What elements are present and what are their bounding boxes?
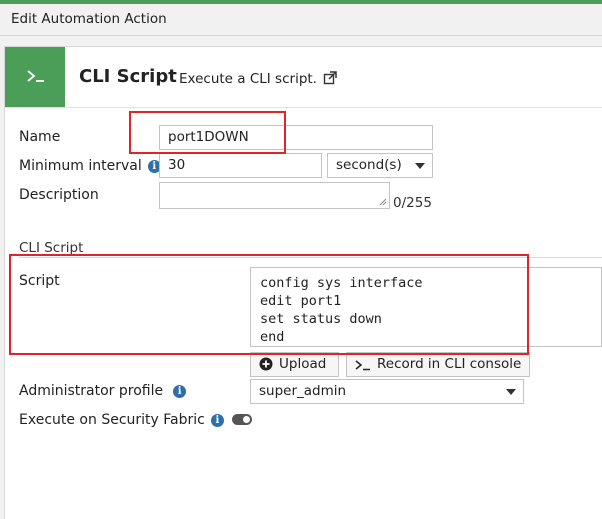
security-fabric-toggle[interactable]	[231, 414, 252, 425]
chevron-down-icon	[506, 389, 516, 395]
interval-unit-select[interactable]: second(s)	[327, 153, 433, 178]
record-cli-console-label: Record in CLI console	[377, 356, 522, 372]
window-title: Edit Automation Action	[11, 11, 167, 27]
terminal-icon	[355, 360, 370, 371]
info-icon[interactable]: i	[210, 414, 224, 427]
admin-profile-value: super_admin	[259, 383, 347, 399]
resize-handle-icon[interactable]	[379, 198, 387, 206]
min-interval-input[interactable]: 30	[159, 153, 322, 178]
script-textarea[interactable]: config sys interface edit port1 set stat…	[250, 267, 602, 347]
upload-button-label: Upload	[279, 356, 327, 372]
security-fabric-row: Execute on Security Fabric i	[19, 412, 252, 428]
name-label: Name	[19, 129, 61, 145]
script-label: Script	[19, 273, 60, 289]
admin-profile-select[interactable]: super_admin	[250, 379, 524, 404]
terminal-icon	[5, 47, 65, 107]
upload-button[interactable]: Upload	[250, 352, 339, 377]
info-icon[interactable]: i	[173, 385, 187, 398]
header-divider	[5, 107, 602, 108]
description-label: Description	[19, 187, 99, 203]
description-textarea[interactable]	[159, 182, 390, 209]
description-char-counter: 0/255	[393, 195, 432, 211]
external-link-icon[interactable]	[323, 71, 338, 85]
name-input[interactable]: port1DOWN	[159, 125, 433, 150]
section-divider	[19, 257, 602, 258]
action-description-text: Execute a CLI script.	[179, 71, 317, 87]
window-titlebar: Edit Automation Action	[0, 4, 602, 36]
section-title-cli-script: CLI Script	[19, 240, 84, 256]
min-interval-label-text: Minimum interval	[19, 158, 142, 174]
action-description[interactable]: Execute a CLI script.	[179, 71, 338, 87]
plus-circle-icon	[259, 357, 273, 371]
security-fabric-label: Execute on Security Fabric	[19, 412, 205, 428]
chevron-down-icon	[415, 163, 425, 169]
page-title: CLI Script	[79, 66, 177, 87]
interval-unit-value: second(s)	[336, 157, 402, 173]
record-cli-console-button[interactable]: Record in CLI console	[346, 352, 530, 377]
admin-profile-label-text: Administrator profile	[19, 383, 164, 399]
admin-profile-label: Administrator profile i	[19, 383, 187, 399]
min-interval-label: Minimum interval i	[19, 158, 161, 174]
